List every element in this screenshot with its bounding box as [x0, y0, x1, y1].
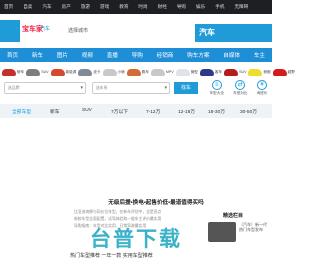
car-icon: [150, 68, 165, 76]
price-icon: ¥: [257, 80, 268, 90]
car-type-label: 轿车: [17, 69, 25, 74]
filter-item[interactable]: 18-30万: [208, 108, 225, 115]
watermark: 台普下载: [90, 228, 182, 251]
nav-item[interactable]: 经销商: [157, 51, 174, 59]
car-icon: [50, 68, 65, 76]
car-type-item[interactable]: 小轿: [102, 64, 125, 80]
car-type-label: 客车: [214, 69, 223, 74]
brand-select[interactable]: 选品牌: [4, 82, 86, 94]
nav-item[interactable]: 导购: [132, 51, 143, 59]
main-nav: 首页 新车 图片 视频 直播 导购 经销商 购车方案 自媒体 车主: [0, 48, 272, 62]
car-icon: [248, 68, 263, 76]
car-icon: [224, 68, 239, 76]
top-link[interactable]: 娱乐: [196, 4, 205, 10]
car-type-item[interactable]: 跑车: [126, 64, 149, 80]
top-link[interactable]: 自卖: [23, 4, 32, 10]
tool-label: 车型对比: [233, 91, 248, 95]
logo-icon: [0, 20, 20, 42]
nav-item[interactable]: 新车: [32, 51, 43, 59]
top-link[interactable]: 时尚: [138, 4, 147, 10]
top-link[interactable]: 导购: [177, 4, 186, 10]
filter-item[interactable]: 7-12万: [146, 108, 160, 115]
car-type-item[interactable]: SUV: [26, 64, 49, 80]
car-icon: [26, 68, 41, 76]
car-type-item[interactable]: 越野: [272, 64, 295, 80]
car-type-item[interactable]: 皮卡: [78, 64, 101, 80]
series-select[interactable]: 选车系: [92, 82, 170, 94]
filter-item[interactable]: 新车: [50, 108, 60, 115]
side-title: 精选栏目: [223, 213, 244, 219]
car-type-label: 越野: [287, 69, 295, 74]
site-logo[interactable]: 宝车家 汽车: [0, 20, 62, 42]
channel-logo[interactable]: 汽车: [195, 24, 272, 42]
top-link[interactable]: 财经: [158, 4, 167, 10]
side-card[interactable]: （汽车）新一代热门车型发布: [208, 222, 268, 254]
filter-bar: 全部车型 新车 SUV 7万以下 7-12万 12-18万 18-30万 30-…: [0, 104, 272, 118]
car-type-item[interactable]: MPV: [150, 64, 174, 80]
nav-item[interactable]: 购车方案: [187, 51, 209, 59]
car-icon: [78, 68, 93, 76]
car-type-label: 微型: [190, 69, 198, 74]
car-icon: [199, 68, 214, 76]
car-type-label: 新能源: [65, 69, 77, 74]
find-car-button[interactable]: 找车: [174, 82, 198, 94]
car-type-label: SUV: [239, 70, 247, 74]
top-link[interactable]: 汽车: [42, 4, 51, 10]
car-icon: [126, 68, 141, 76]
top-link[interactable]: 无障碍: [234, 4, 248, 10]
car-type-item[interactable]: 客车: [199, 64, 223, 80]
car-type-row: 轿车 SUV 新能源 皮卡 小轿 跑车 MPV 微型 客车 SUV 轿跑 越野: [0, 64, 295, 80]
car-icon: [2, 68, 16, 76]
top-link[interactable]: 游戏: [100, 4, 109, 10]
filter-item[interactable]: SUV: [82, 108, 92, 113]
filter-item[interactable]: 7万以下: [111, 108, 128, 115]
compare-icon: ⇄: [235, 80, 246, 90]
header: 宝车家 汽车 选择城市 汽车: [0, 14, 272, 48]
article-line: 比亚迪海狮与同价位车型，在新车评估中，全是亮点: [74, 210, 162, 214]
car-type-item[interactable]: 轿跑: [248, 64, 271, 80]
nav-item[interactable]: 图片: [57, 51, 68, 59]
top-link[interactable]: 手机: [215, 4, 224, 10]
car-thumbnail: [208, 222, 236, 242]
top-link[interactable]: 房产: [62, 4, 71, 10]
filter-item[interactable]: 12-18万: [178, 108, 195, 115]
nav-item[interactable]: 视频: [82, 51, 93, 59]
top-bar: 首页 自卖 汽车 房产 旅游 游戏 教育 时尚 财经 导购 娱乐 手机 无障碍: [0, 0, 272, 14]
car-type-label: SUV: [41, 70, 49, 74]
tool-compare[interactable]: ⇄ 车型对比: [233, 80, 247, 100]
nav-item[interactable]: 首页: [7, 51, 18, 59]
car-type-label: 小轿: [117, 69, 125, 74]
tool-label: 车型大全: [209, 91, 224, 95]
car-type-item[interactable]: 微型: [175, 64, 198, 80]
tool-icons: ≡ 车型大全 ⇄ 车型对比 ¥ 询底价: [205, 80, 272, 100]
nav-item[interactable]: 直播: [107, 51, 118, 59]
car-type-item[interactable]: 轿车: [2, 64, 24, 80]
top-link[interactable]: 首页: [4, 4, 13, 10]
side-card-text: （汽车）新一代热门车型发布: [239, 222, 267, 232]
car-type-label: 跑车: [141, 69, 149, 74]
bottom-links[interactable]: 热门车型推荐 一年一款 实用车型推荐: [0, 252, 272, 259]
top-link[interactable]: 旅游: [81, 4, 90, 10]
city-selector[interactable]: 选择城市: [68, 27, 88, 34]
tool-price[interactable]: ¥ 询底价: [256, 80, 268, 100]
tool-car-library[interactable]: ≡ 车型大全: [210, 80, 224, 100]
car-icon: [272, 68, 287, 76]
logo-sub: 汽车: [40, 26, 51, 32]
tool-label: 询底价: [256, 91, 268, 95]
nav-item[interactable]: 车主: [254, 51, 265, 59]
car-type-item[interactable]: SUV: [224, 64, 246, 80]
car-type-label: 轿跑: [263, 69, 271, 74]
article-line: 新款车型全面配置，试驾体验和一般车主评价最实用: [74, 217, 162, 221]
car-type-label: 皮卡: [93, 69, 101, 74]
filter-item[interactable]: 30-50万: [240, 108, 257, 115]
nav-item[interactable]: 自媒体: [223, 51, 240, 59]
car-type-label: MPV: [165, 70, 174, 74]
car-type-item[interactable]: 新能源: [50, 64, 77, 80]
car-icon: [102, 68, 117, 76]
calculator-icon: ≡: [211, 80, 222, 90]
top-link[interactable]: 教育: [119, 4, 128, 10]
filter-item[interactable]: 全部车型: [12, 108, 31, 115]
car-icon: [175, 68, 190, 76]
article-title[interactable]: 无级后援•换电•起售价低•最道值得买吗: [76, 198, 236, 206]
